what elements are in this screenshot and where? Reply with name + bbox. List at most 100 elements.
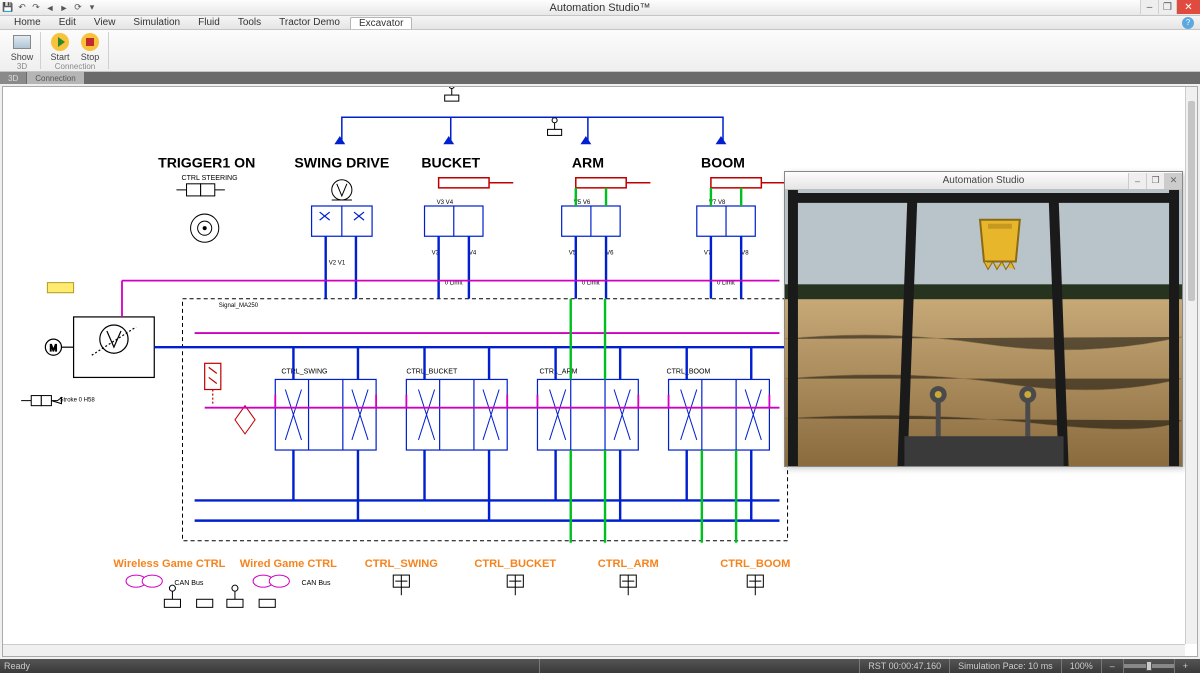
qa-refresh-icon[interactable]: ⟳ [72, 2, 84, 14]
svg-text:CAN Bus: CAN Bus [301, 580, 330, 587]
gamepad-icon [126, 575, 162, 587]
svg-text:0 Limit: 0 Limit [717, 281, 735, 287]
tag-hlos [47, 283, 73, 293]
titlebar: 💾 ↶ ↷ ◄ ► ⟳ ▾ Automation Studio™ – ❐ ✕ [0, 0, 1200, 16]
svg-text:CTRL_SWING: CTRL_SWING [281, 368, 327, 375]
relief-valve [205, 363, 221, 405]
menu-view[interactable]: View [86, 17, 124, 28]
window-maximize-button[interactable]: ❐ [1158, 0, 1176, 14]
ribbon: Show 3D Start Stop Connection [0, 30, 1200, 72]
dcv-bucket [406, 379, 507, 450]
stop-button[interactable]: Stop [76, 32, 104, 62]
label-trigger1: TRIGGER1 ON [158, 155, 255, 171]
label-ctrlarm: CTRL_ARM [598, 558, 659, 570]
steering-wheel-icon [191, 214, 219, 242]
status-rst: RST 00:00:47.160 [859, 659, 949, 673]
solenoid-icon [620, 575, 636, 595]
window-controls: – ❐ ✕ [1140, 0, 1200, 14]
subtab-connection[interactable]: Connection [27, 72, 83, 84]
qa-save-icon[interactable]: 💾 [2, 2, 14, 14]
label-bucket: BUCKET [421, 155, 480, 171]
menu-edit[interactable]: Edit [51, 17, 84, 28]
svg-text:CAN Bus: CAN Bus [174, 580, 203, 587]
qa-forward-icon[interactable]: ► [58, 2, 70, 14]
menu-bar: Home Edit View Simulation Fluid Tools Tr… [0, 16, 1200, 30]
menu-excavator[interactable]: Excavator [350, 17, 412, 29]
panel-3d-view[interactable]: Automation Studio – ❐ ✕ [784, 171, 1183, 467]
status-bar: Ready RST 00:00:47.160 Simulation Pace: … [0, 659, 1200, 673]
label-ctrl-steering: CTRL STEERING [181, 175, 237, 182]
joystick-icon [445, 87, 459, 101]
dcv-arm [537, 379, 638, 450]
panel-3d-titlebar[interactable]: Automation Studio – ❐ ✕ [785, 172, 1182, 190]
app-title: Automation Studio™ [550, 2, 651, 14]
swing-motor [332, 180, 352, 200]
panel-close-button[interactable]: ✕ [1164, 173, 1182, 189]
window-close-button[interactable]: ✕ [1176, 0, 1200, 14]
ribbon-group-connection: Start Stop Connection [42, 32, 109, 69]
ribbon-group-connection-label: Connection [55, 62, 95, 71]
stop-icon [81, 33, 99, 51]
label-ctrlswing: CTRL_SWING [365, 558, 438, 570]
menu-home[interactable]: Home [6, 17, 49, 28]
label-ctrlbucket: CTRL_BUCKET [474, 558, 556, 570]
label-ctrlboom: CTRL_BOOM [720, 558, 790, 570]
menu-tools[interactable]: Tools [230, 17, 269, 28]
gamepad-icon [253, 575, 289, 587]
help-icon[interactable]: ? [1182, 17, 1194, 29]
svg-text:0 Limit: 0 Limit [445, 281, 463, 287]
svg-text:Signal_MA250: Signal_MA250 [219, 303, 259, 309]
horizontal-scrollbar[interactable] [3, 644, 1185, 656]
joystick-icon [227, 585, 275, 607]
svg-text:CTRL_BUCKET: CTRL_BUCKET [406, 368, 458, 375]
dcv-boom [669, 379, 770, 450]
show-button[interactable]: Show [8, 32, 36, 62]
svg-text:V3 V4: V3 V4 [437, 200, 454, 206]
motor-label: M [50, 343, 58, 353]
label-arm: ARM [572, 155, 604, 171]
subtab-3d[interactable]: 3D [0, 72, 26, 84]
pump-unit: M [45, 317, 154, 378]
panel-3d-title-label: Automation Studio [943, 175, 1025, 186]
bucket-icon [980, 220, 1020, 270]
quick-access-toolbar: 💾 ↶ ↷ ◄ ► ⟳ ▾ [2, 2, 98, 14]
solenoid-icon [507, 575, 523, 595]
qa-undo-icon[interactable]: ↶ [16, 2, 28, 14]
main-canvas[interactable]: TRIGGER1 ON SWING DRIVE BUCKET ARM BOOM … [2, 86, 1198, 657]
monitor-icon [13, 35, 31, 49]
dcv-swing [275, 379, 376, 450]
start-button-label: Start [50, 52, 69, 62]
solenoid-icon [393, 575, 409, 595]
status-ready: Ready [4, 661, 30, 671]
svg-text:0 Limit: 0 Limit [582, 281, 600, 287]
menu-simulation[interactable]: Simulation [125, 17, 188, 28]
stroke-block [21, 396, 61, 406]
zoom-out-button[interactable]: – [1101, 659, 1123, 673]
qa-back-icon[interactable]: ◄ [44, 2, 56, 14]
show-button-label: Show [11, 52, 34, 62]
label-wireless: Wireless Game CTRL [113, 558, 225, 570]
panel-maximize-button[interactable]: ❐ [1146, 173, 1164, 189]
trigger-valve [176, 184, 224, 196]
solenoid-icon [747, 575, 763, 595]
joystick-icon [548, 118, 562, 136]
status-pace: Simulation Pace: 10 ms [949, 659, 1061, 673]
joystick-icon [164, 585, 212, 607]
menu-tractor-demo[interactable]: Tractor Demo [271, 17, 348, 28]
vertical-scrollbar[interactable] [1185, 87, 1197, 644]
play-icon [51, 33, 69, 51]
qa-more-icon[interactable]: ▾ [86, 2, 98, 14]
stop-button-label: Stop [81, 52, 100, 62]
zoom-in-button[interactable]: + [1174, 659, 1196, 673]
window-minimize-button[interactable]: – [1140, 0, 1158, 14]
svg-text:Stroke 0 H58: Stroke 0 H58 [59, 398, 95, 404]
ribbon-group-3d-label: 3D [17, 62, 27, 71]
panel-3d-viewport[interactable] [785, 190, 1182, 466]
status-zoom: 100% [1061, 659, 1101, 673]
qa-redo-icon[interactable]: ↷ [30, 2, 42, 14]
label-swing: SWING DRIVE [294, 155, 389, 171]
sub-strip: 3D Connection [0, 72, 1200, 84]
menu-fluid[interactable]: Fluid [190, 17, 228, 28]
panel-minimize-button[interactable]: – [1128, 173, 1146, 189]
start-button[interactable]: Start [46, 32, 74, 62]
